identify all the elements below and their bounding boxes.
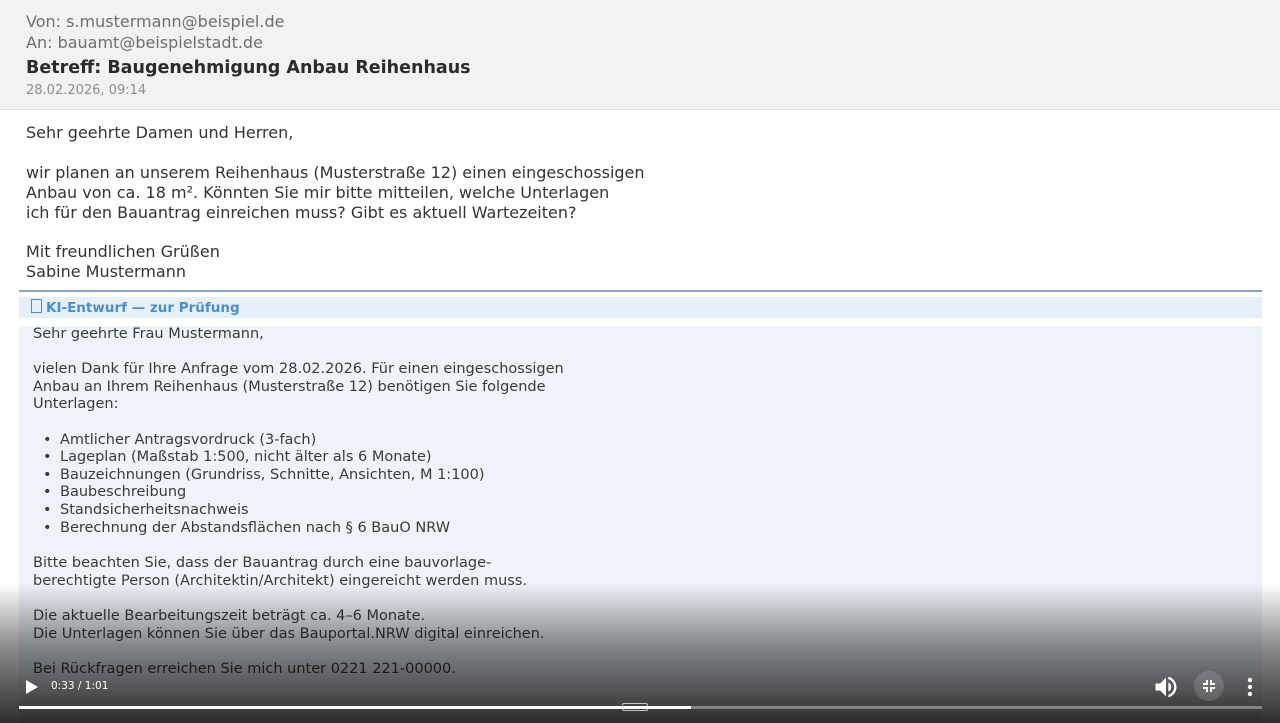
email-date: 28.02.2026, 09:14 — [26, 83, 147, 98]
time-display: 0:33 / 1:01 — [51, 680, 109, 692]
player-controls: 0:33 / 1:01 — [0, 666, 1280, 723]
progress-fill — [19, 706, 692, 709]
volume-button[interactable] — [1152, 673, 1180, 701]
draft-note-line: berechtigte Person (Architektin/Architek… — [33, 573, 527, 589]
email-body-line: Anbau von ca. 18 m². Könnten Sie mir bit… — [26, 183, 610, 202]
email-body-line: ich für den Bauantrag einreichen muss? G… — [26, 203, 577, 222]
progress-chapter-marker — [622, 703, 648, 711]
exit-fullscreen-button[interactable] — [1194, 671, 1224, 701]
ai-draft-label-bar: KI-Entwurf — zur Prüfung — [19, 297, 1262, 318]
play-button[interactable] — [18, 674, 44, 700]
ai-draft-label: KI-Entwurf — zur Prüfung — [31, 299, 240, 316]
section-divider — [19, 290, 1262, 292]
email-from: Von: s.mustermann@beispiel.de — [26, 12, 285, 31]
list-item: • Standsicherheitsnachweis — [43, 502, 249, 518]
list-item: • Baubeschreibung — [43, 484, 187, 500]
email-body-line: Mit freundlichen Grüßen — [26, 242, 220, 261]
draft-intro-line: Unterlagen: — [33, 396, 119, 412]
email-body-line: Sehr geehrte Damen und Herren, — [26, 123, 294, 142]
email-header: Von: s.mustermann@beispiel.de An: bauamt… — [0, 0, 1280, 110]
draft-timing-line: Die aktuelle Bearbeitungszeit beträgt ca… — [33, 608, 426, 624]
list-item: • Bauzeichnungen (Grundriss, Schnitte, An… — [43, 467, 485, 483]
more-vert-icon — [1247, 677, 1253, 697]
email-subject: Betreff: Baugenehmigung Anbau Reihenhaus — [26, 58, 471, 78]
list-item: • Lageplan (Maßstab 1:500, nicht älter al… — [43, 449, 432, 465]
ai-draft-icon — [31, 299, 42, 313]
draft-greeting: Sehr geehrte Frau Mustermann, — [33, 326, 264, 342]
play-icon — [26, 680, 38, 694]
draft-note-line: Bitte beachten Sie, dass der Bauantrag d… — [33, 555, 492, 571]
draft-intro-line: Anbau an Ihrem Reihenhaus (Musterstraße … — [33, 379, 546, 395]
list-item: • Amtlicher Antragsvordruck (3-fach) — [43, 432, 317, 448]
volume-icon — [1155, 676, 1177, 698]
ai-draft-label-text: KI-Entwurf — zur Prüfung — [46, 300, 240, 316]
list-item: • Berechnung der Abstandsflächen nach § 6… — [43, 520, 451, 536]
email-to: An: bauamt@beispielstadt.de — [26, 33, 263, 52]
draft-intro-line: vielen Dank für Ihre Anfrage vom 28.02.2… — [33, 361, 564, 377]
draft-timing-line: Die Unterlagen können Sie über das Baupo… — [33, 626, 545, 642]
email-signature: Sabine Mustermann — [26, 262, 186, 281]
exit-fullscreen-icon — [1203, 680, 1215, 692]
email-body-line: wir planen an unserem Reihenhaus (Muster… — [26, 163, 645, 182]
more-options-button[interactable] — [1238, 673, 1262, 701]
ai-draft-panel: Sehr geehrte Frau Mustermann, vielen Dan… — [19, 326, 1262, 723]
progress-bar[interactable] — [19, 703, 1262, 711]
